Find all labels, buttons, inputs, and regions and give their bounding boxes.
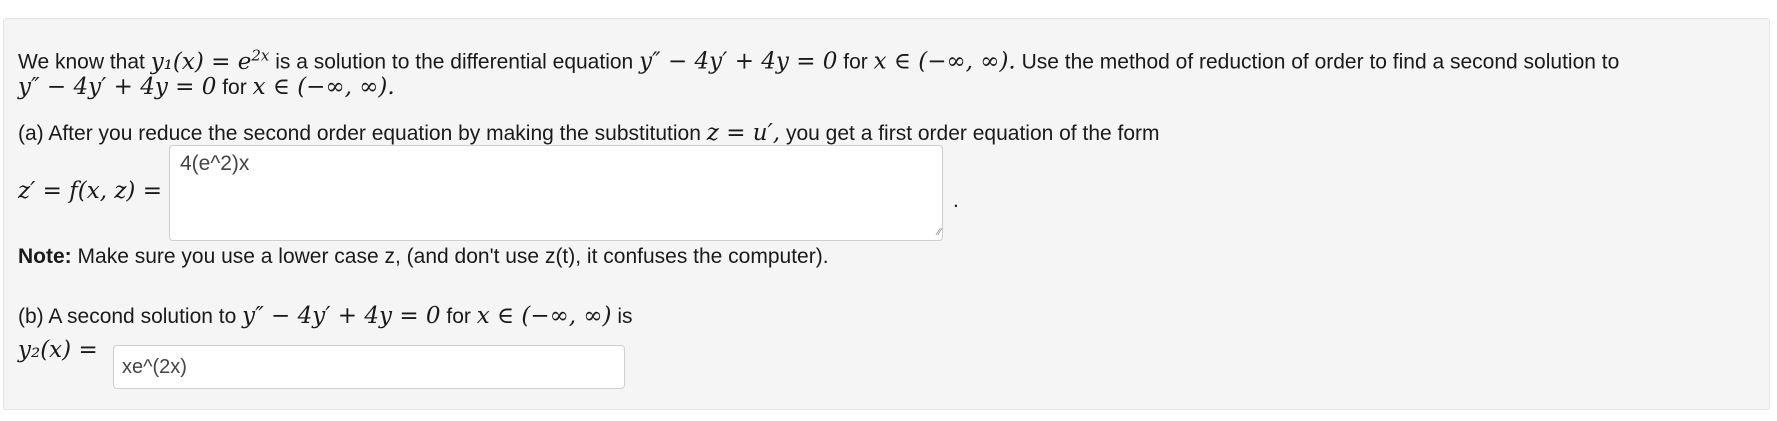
intro-text-2: is a solution to the differential equati… [275,50,634,74]
intro-y1-math: y₁(x) = e2x [150,46,270,75]
part-a-answer-textarea[interactable]: 4(e^2)x [169,145,943,241]
intro-ode2-math: y″ − 4y′ + 4y = 0 [18,74,217,100]
problem-panel: We know that y₁(x) = e2x is a solution t… [3,18,1770,410]
part-b-lhs: y₂(x) = [18,336,98,365]
part-b-text-1: (b) A second solution to [18,305,237,328]
note-line: Note: Make sure you use a lower case z, … [18,243,829,271]
part-a-line: (a) After you reduce the second order eq… [18,119,1160,148]
intro-line-1: We know that y₁(x) = e2x is a solution t… [18,41,1619,77]
y1-expression: y₁(x) = e [150,48,252,75]
part-b-text-3: is [617,305,633,328]
part-a-text-2: you get a first order equation of the fo… [785,122,1160,145]
part-a-lhs-math: z′ = f(x, z) = [18,178,162,204]
part-b-domain-math: x ∈ (−∞, ∞) [476,303,612,329]
part-a-lhs: z′ = f(x, z) = [18,177,162,206]
intro-domain-math: x ∈ (−∞, ∞). [873,48,1016,75]
intro-ode-math: y″ − 4y′ + 4y = 0 [639,48,838,75]
intro-text-1: We know that [18,50,145,74]
intro-text-3: for [843,50,868,74]
y1-exponent: 2x [251,46,270,64]
part-b-ode-math: y″ − 4y′ + 4y = 0 [242,303,441,329]
part-b-answer-input[interactable] [113,345,625,389]
part-b-line: (b) A second solution to y″ − 4y′ + 4y =… [18,302,633,331]
intro-text-5: for [222,76,247,99]
part-b-lhs-math: y₂(x) = [18,337,98,363]
part-a-text-1: (a) After you reduce the second order eq… [18,122,701,145]
note-text: Make sure you use a lower case z, (and d… [77,245,829,268]
note-label: Note: [18,245,72,268]
intro-text-4: Use the method of reduction of order to … [1021,50,1620,74]
part-a-trailing-period: . [953,189,959,212]
intro-domain2-math: x ∈ (−∞, ∞). [252,74,395,100]
part-a-substitution-math: z = u′, [706,120,781,146]
resize-grip-icon[interactable]: ∕∕ [929,227,941,239]
intro-line-2: y″ − 4y′ + 4y = 0 for x ∈ (−∞, ∞). [18,73,395,102]
part-b-text-2: for [446,305,471,328]
